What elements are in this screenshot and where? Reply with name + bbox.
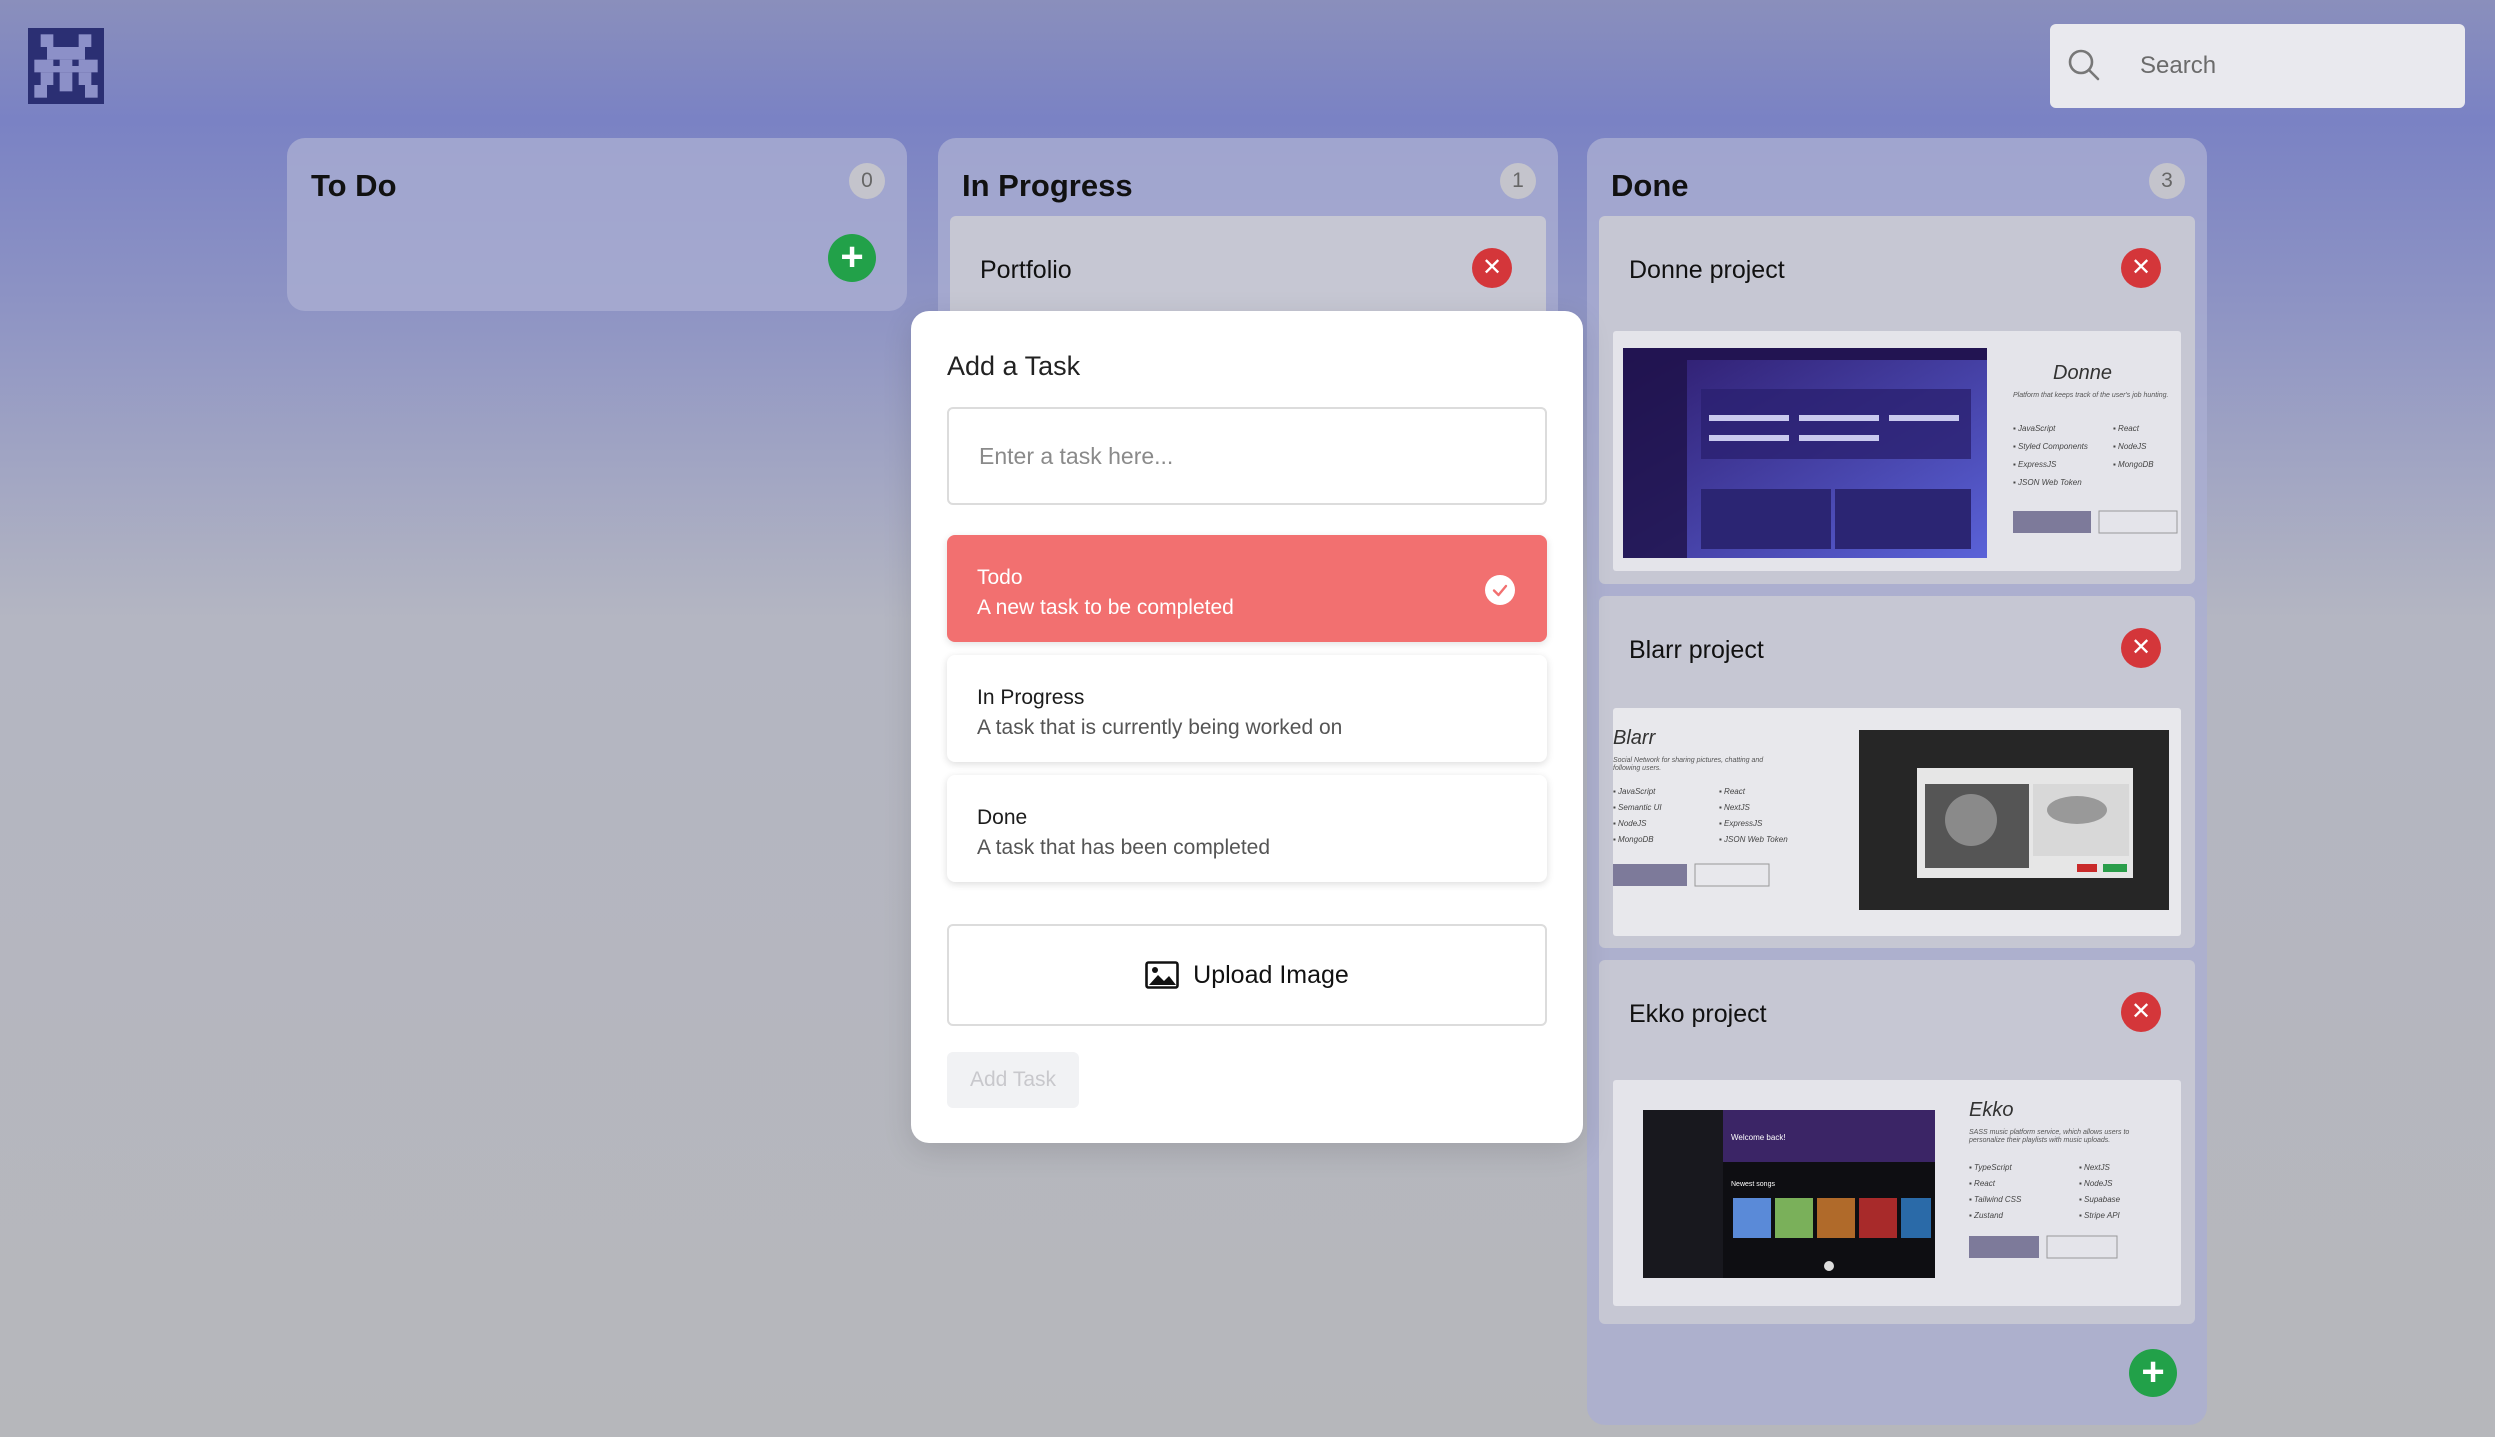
delete-task-button[interactable]: ✕ (2121, 628, 2161, 668)
column-title: To Do (311, 168, 397, 203)
svg-text:▪ ExpressJS: ▪ ExpressJS (2013, 460, 2057, 469)
image-icon (1145, 961, 1179, 989)
plus-icon: + (2141, 1350, 2165, 1394)
task-card[interactable]: Donne project ✕ Donne Platform that keep… (1599, 216, 2195, 584)
invader-logo-icon (28, 28, 104, 104)
task-card-title: Blarr project (1629, 636, 1764, 664)
close-icon: ✕ (2130, 634, 2152, 661)
svg-text:▪ Stripe API: ▪ Stripe API (2079, 1211, 2121, 1220)
add-task-button[interactable]: + (2129, 1349, 2177, 1397)
modal-title: Add a Task (947, 351, 1081, 381)
app-logo[interactable] (28, 28, 104, 104)
check-icon (1485, 575, 1515, 605)
task-name-input[interactable] (947, 407, 1547, 505)
close-icon: ✕ (2130, 998, 2152, 1025)
search-input[interactable] (2140, 24, 2450, 108)
task-image: Welcome back! Newest songs Ekko SASS mus… (1613, 1080, 2181, 1306)
option-name: In Progress (977, 686, 1085, 709)
thumb-title: Blarr (1613, 727, 1657, 749)
thumb-title: Ekko (1969, 1099, 2013, 1121)
svg-text:SASS music platform service, w: SASS music platform service, which allow… (1969, 1129, 2129, 1136)
status-option-done[interactable]: Done A task that has been completed (947, 775, 1547, 882)
column-todo: To Do 0 + (287, 138, 907, 311)
svg-text:following users.: following users. (1613, 765, 1661, 772)
svg-text:▪ NodeJS: ▪ NodeJS (2079, 1179, 2113, 1188)
svg-text:▪ Styled Components: ▪ Styled Components (2013, 442, 2088, 451)
svg-text:▪ Tailwind CSS: ▪ Tailwind CSS (1969, 1195, 2022, 1204)
svg-text:▪ NodeJS: ▪ NodeJS (2113, 442, 2147, 451)
add-task-button[interactable]: + (828, 234, 876, 282)
column-count-badge: 1 (1500, 163, 1536, 199)
svg-text:▪ Semantic UI: ▪ Semantic UI (1613, 803, 1662, 812)
search-bar (2050, 24, 2465, 108)
option-description: A task that has been completed (977, 836, 1271, 859)
search-icon[interactable] (2064, 45, 2104, 85)
task-card[interactable]: Ekko project ✕ Welcome back! Newest song… (1599, 960, 2195, 1324)
upload-label: Upload Image (1193, 960, 1349, 989)
task-card-title: Ekko project (1629, 1000, 1767, 1028)
task-card-title: Donne project (1629, 256, 1785, 284)
column-in-progress: In Progress 1 Portfolio ✕ (938, 138, 1558, 338)
status-option-todo[interactable]: Todo A new task to be completed (947, 535, 1547, 642)
svg-text:▪ React: ▪ React (2113, 424, 2140, 433)
svg-text:▪ JSON Web Token: ▪ JSON Web Token (2013, 478, 2082, 487)
delete-task-button[interactable]: ✕ (2121, 992, 2161, 1032)
svg-text:Platform that keeps track of t: Platform that keeps track of the user's … (2013, 392, 2168, 399)
column-title: Done (1611, 168, 1689, 203)
svg-text:▪ MongoDB: ▪ MongoDB (2113, 460, 2154, 469)
column-title: In Progress (962, 168, 1133, 203)
svg-text:▪ React: ▪ React (1719, 787, 1746, 796)
column-done: Done 3 Donne project ✕ Donne Platform th… (1587, 138, 2207, 1425)
upload-image-button[interactable]: Upload Image (947, 924, 1547, 1026)
svg-text:▪ NextJS: ▪ NextJS (1719, 803, 1751, 812)
svg-text:▪ Zustand: ▪ Zustand (1969, 1211, 2004, 1220)
svg-text:▪ Supabase: ▪ Supabase (2079, 1195, 2121, 1204)
delete-task-button[interactable]: ✕ (1472, 248, 1512, 288)
submit-add-task-button[interactable]: Add Task (947, 1052, 1079, 1108)
status-option-in-progress[interactable]: In Progress A task that is currently bei… (947, 655, 1547, 762)
task-image: Donne Platform that keeps track of the u… (1613, 331, 2181, 571)
option-name: Done (977, 806, 1028, 829)
add-task-modal: Add a Task Todo A new task to be complet… (911, 311, 1583, 1143)
option-description: A task that is currently being worked on (977, 716, 1343, 739)
thumb-title: Donne (2053, 362, 2112, 384)
column-count-badge: 0 (849, 163, 885, 199)
option-description: A new task to be completed (977, 596, 1234, 619)
svg-text:▪ NextJS: ▪ NextJS (2079, 1163, 2111, 1172)
svg-text:▪ React: ▪ React (1969, 1179, 1996, 1188)
svg-text:Social Network for sharing pic: Social Network for sharing pictures, cha… (1613, 757, 1764, 764)
svg-text:▪ ExpressJS: ▪ ExpressJS (1719, 819, 1763, 828)
svg-text:▪ JavaScript: ▪ JavaScript (2013, 424, 2056, 433)
task-image: Blarr Social Network for sharing picture… (1613, 708, 2181, 936)
close-icon: ✕ (2130, 254, 2152, 281)
close-icon: ✕ (1481, 254, 1503, 281)
svg-text:▪ TypeScript: ▪ TypeScript (1969, 1163, 2012, 1172)
task-card-title: Portfolio (980, 256, 1072, 284)
option-name: Todo (977, 566, 1023, 589)
project-screenshot: Blarr Social Network for sharing picture… (1613, 727, 2169, 910)
project-screenshot: Donne Platform that keeps track of the u… (1623, 348, 2178, 558)
delete-task-button[interactable]: ✕ (2121, 248, 2161, 288)
task-card[interactable]: Blarr project ✕ Blarr Social Network for… (1599, 596, 2195, 948)
plus-icon: + (840, 235, 864, 279)
svg-text:▪ NodeJS: ▪ NodeJS (1613, 819, 1647, 828)
svg-text:▪ JSON Web Token: ▪ JSON Web Token (1719, 835, 1788, 844)
project-screenshot: Welcome back! Newest songs Ekko SASS mus… (1643, 1099, 2129, 1278)
svg-text:personalize their playlists wi: personalize their playlists with music u… (1968, 1137, 2110, 1144)
column-count-badge: 3 (2149, 163, 2185, 199)
svg-text:▪ MongoDB: ▪ MongoDB (1613, 835, 1654, 844)
svg-text:▪ JavaScript: ▪ JavaScript (1613, 787, 1656, 796)
svg-text:Welcome back!: Welcome back! (1731, 1133, 1786, 1142)
svg-text:Newest songs: Newest songs (1731, 1181, 1775, 1188)
